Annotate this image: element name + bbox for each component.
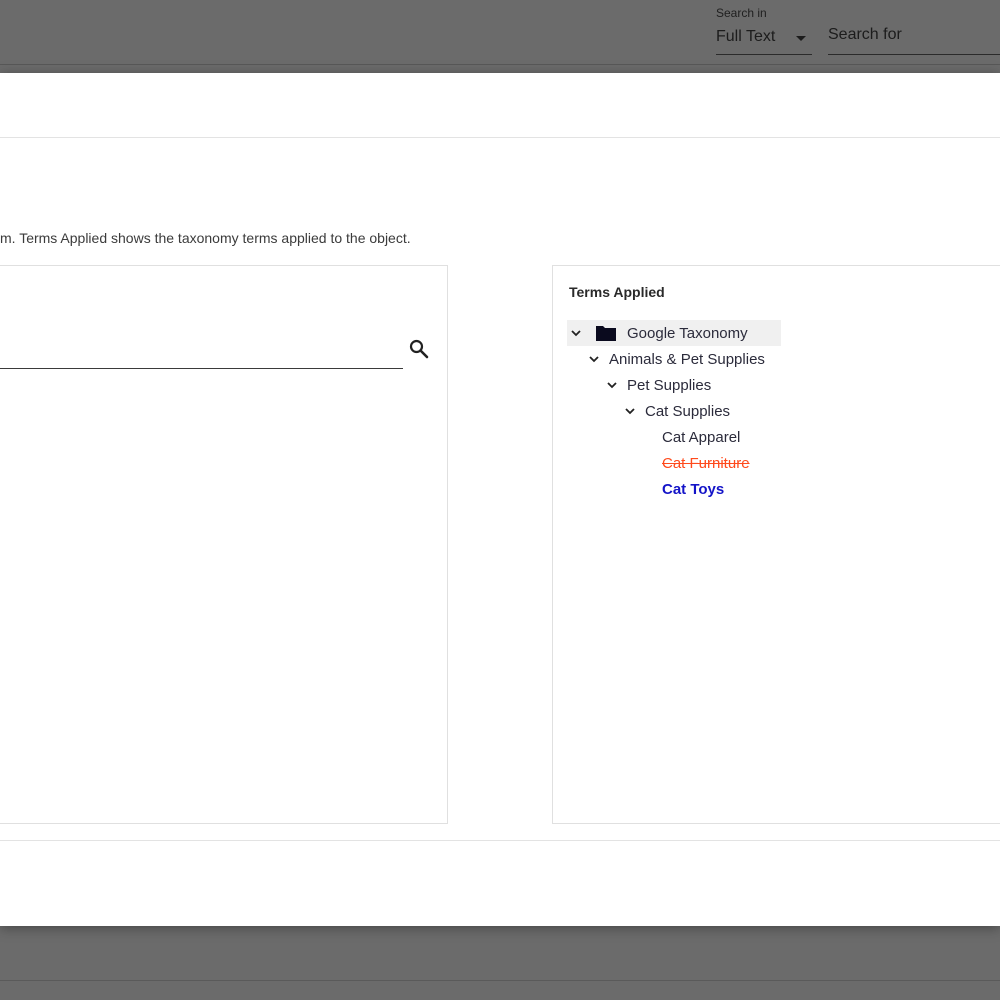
- chevron-down-icon[interactable]: [603, 376, 621, 394]
- bottom-bar: [0, 980, 1000, 1000]
- tree-node-label: Google Taxonomy: [627, 324, 748, 342]
- tree-node-label: Animals & Pet Supplies: [609, 350, 765, 368]
- tree-node-pet-supplies[interactable]: Pet Supplies: [603, 372, 721, 398]
- search-in-select[interactable]: Search in Full Text: [716, 6, 812, 55]
- tree-node-label-added: Cat Toys: [662, 480, 725, 498]
- dropdown-caret-icon[interactable]: [796, 36, 806, 41]
- tree-node-google-taxonomy[interactable]: Google Taxonomy: [567, 320, 781, 346]
- top-toolbar: Search in Full Text: [0, 0, 1000, 65]
- search-icon[interactable]: [407, 337, 431, 361]
- terms-applied-panel: Terms Applied Google Taxonomy Animals & …: [552, 265, 1000, 824]
- term-search-field[interactable]: [0, 336, 403, 369]
- tree-node-label: Cat Supplies: [645, 402, 731, 420]
- terms-applied-title: Terms Applied: [569, 284, 665, 300]
- search-in-label: Search in: [716, 6, 767, 20]
- tree-node-animals-pet-supplies[interactable]: Animals & Pet Supplies: [585, 346, 775, 372]
- tree-node-cat-supplies[interactable]: Cat Supplies: [621, 398, 740, 424]
- tree-node-cat-apparel[interactable]: Cat Apparel: [662, 424, 750, 450]
- dialog-header: [0, 73, 1000, 138]
- taxonomy-browser-panel: [0, 265, 448, 824]
- chevron-down-icon[interactable]: [567, 324, 585, 342]
- dialog-footer-divider: [0, 840, 1000, 841]
- tree-node-label: Pet Supplies: [627, 376, 712, 394]
- term-search-input[interactable]: [3, 342, 397, 361]
- tree-node-label: Cat Apparel: [662, 428, 741, 446]
- dialog-description: m. Terms Applied shows the taxonomy term…: [0, 230, 411, 246]
- folder-icon: [595, 324, 617, 342]
- taxonomy-dialog: m. Terms Applied shows the taxonomy term…: [0, 73, 1000, 926]
- chevron-down-icon[interactable]: [585, 350, 603, 368]
- search-for-input[interactable]: [828, 26, 996, 44]
- chevron-down-icon[interactable]: [621, 402, 639, 420]
- tree-node-cat-furniture[interactable]: Cat Furniture: [662, 450, 760, 476]
- search-for-field[interactable]: [828, 6, 1000, 55]
- tree-node-cat-toys[interactable]: Cat Toys: [662, 476, 734, 502]
- search-in-value[interactable]: Full Text: [716, 28, 775, 46]
- tree-node-label-removed: Cat Furniture: [662, 454, 750, 472]
